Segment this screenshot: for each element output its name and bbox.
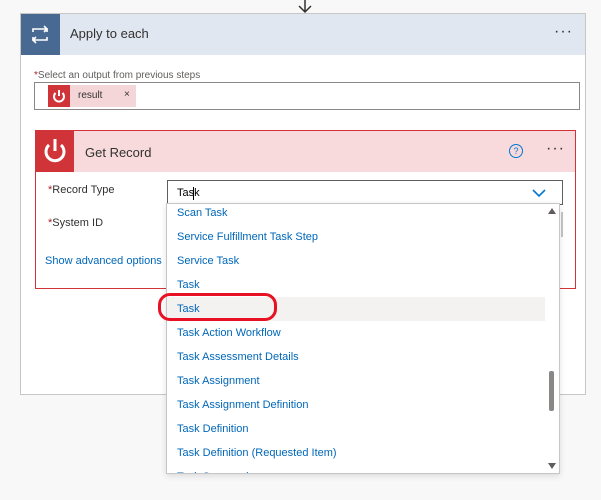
text-caret bbox=[193, 187, 194, 200]
dropdown-item[interactable]: Task Definition (Requested Item) bbox=[167, 441, 545, 465]
record-type-label: *Record Type bbox=[48, 184, 115, 196]
record-type-value: Task bbox=[177, 187, 200, 199]
chevron-down-icon[interactable] bbox=[532, 187, 546, 199]
help-icon[interactable]: ? bbox=[509, 144, 523, 158]
system-id-input[interactable] bbox=[561, 212, 563, 237]
get-record-header[interactable]: Get Record ? ··· bbox=[36, 131, 575, 172]
get-record-title: Get Record bbox=[85, 145, 152, 160]
dropdown-item[interactable]: Task Action Workflow bbox=[167, 321, 545, 345]
dropdown-item[interactable]: Task Definition bbox=[167, 417, 545, 441]
result-token-label: result bbox=[78, 90, 103, 101]
dropdown-item[interactable]: Service Task bbox=[167, 249, 545, 273]
loop-more-options-button[interactable]: ··· bbox=[554, 23, 573, 41]
select-output-input[interactable]: result × bbox=[34, 82, 580, 110]
select-output-label: *Select an output from previous steps bbox=[34, 70, 201, 81]
action-more-options-button[interactable]: ··· bbox=[546, 140, 565, 158]
flow-down-arrow-icon bbox=[298, 0, 312, 14]
dropdown-scrollbar[interactable] bbox=[545, 204, 559, 473]
dropdown-item[interactable]: Task Sequencing bbox=[167, 465, 545, 473]
show-advanced-options-link[interactable]: Show advanced options bbox=[45, 255, 162, 267]
dropdown-item[interactable]: Service Fulfillment Task Step bbox=[167, 225, 545, 249]
loop-icon bbox=[21, 14, 60, 55]
remove-token-icon[interactable]: × bbox=[124, 89, 130, 100]
dropdown-item-highlighted[interactable]: Task bbox=[167, 297, 545, 321]
result-token[interactable]: result × bbox=[48, 85, 136, 107]
dropdown-item[interactable]: Task bbox=[167, 273, 545, 297]
dropdown-item[interactable]: Task Assignment bbox=[167, 369, 545, 393]
scroll-down-icon[interactable] bbox=[548, 463, 556, 469]
dropdown-item[interactable]: Scan Task bbox=[167, 204, 545, 225]
scrollbar-thumb[interactable] bbox=[549, 371, 554, 411]
servicenow-power-icon bbox=[48, 85, 70, 107]
dropdown-item[interactable]: Task Assessment Details bbox=[167, 345, 545, 369]
record-type-dropdown[interactable]: Scan Task Service Fulfillment Task Step … bbox=[166, 203, 560, 474]
scroll-up-icon[interactable] bbox=[548, 208, 556, 214]
apply-to-each-header[interactable]: Apply to each ··· bbox=[21, 14, 585, 55]
system-id-label: *System ID bbox=[48, 217, 104, 229]
dropdown-item[interactable]: Task Assignment Definition bbox=[167, 393, 545, 417]
apply-to-each-title: Apply to each bbox=[70, 26, 149, 41]
record-type-input[interactable]: Task bbox=[167, 180, 563, 205]
servicenow-power-icon bbox=[36, 131, 74, 172]
